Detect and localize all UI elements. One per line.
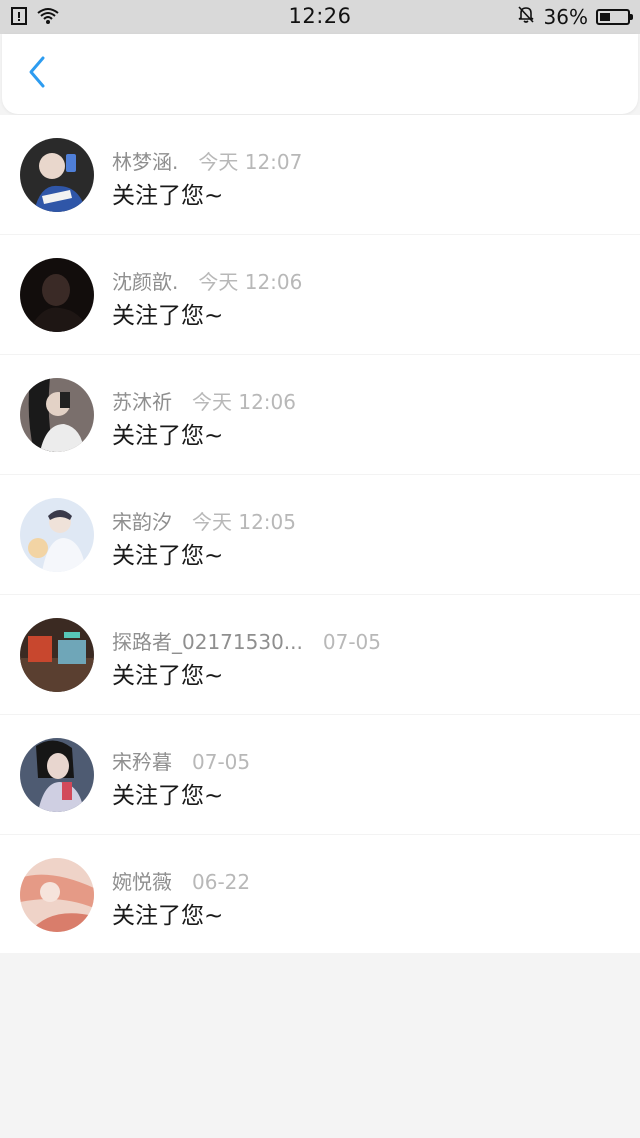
list-item[interactable]: 沈颜歆. 今天 12:06 关注了您~ <box>0 235 640 355</box>
avatar[interactable] <box>20 858 94 932</box>
list-item[interactable]: 婉悦薇 06-22 关注了您~ <box>0 835 640 955</box>
avatar[interactable] <box>20 738 94 812</box>
timestamp: 07-05 <box>192 750 251 774</box>
avatar[interactable] <box>20 138 94 212</box>
user-name[interactable]: 宋韵汐 <box>112 506 172 535</box>
nav-bar <box>2 34 638 114</box>
user-name[interactable]: 苏沐祈 <box>112 386 172 415</box>
timestamp: 今天 12:06 <box>192 390 296 414</box>
notification-message: 关注了您~ <box>112 423 224 449</box>
timestamp: 07-05 <box>322 630 381 654</box>
avatar[interactable] <box>20 618 94 692</box>
timestamp: 今天 12:05 <box>192 510 296 534</box>
chevron-left-icon <box>27 55 49 93</box>
list-item[interactable]: 林梦涵. 今天 12:07 关注了您~ <box>0 115 640 235</box>
back-button[interactable] <box>20 56 56 92</box>
list-item[interactable]: 苏沐祈 今天 12:06 关注了您~ <box>0 355 640 475</box>
notification-message: 关注了您~ <box>112 303 224 329</box>
status-bar: 12:26 36% <box>0 0 640 34</box>
notification-message: 关注了您~ <box>112 183 224 209</box>
user-name[interactable]: 探路者_02171530... <box>112 626 303 655</box>
timestamp: 今天 12:06 <box>198 270 303 294</box>
notification-message: 关注了您~ <box>112 543 224 569</box>
name-row: 宋韵汐 今天 12:05 <box>112 506 296 535</box>
name-row: 林梦涵. 今天 12:07 <box>112 146 302 175</box>
list-item[interactable]: 探路者_02171530... 07-05 关注了您~ <box>0 595 640 715</box>
user-name[interactable]: 沈颜歆. <box>112 266 178 295</box>
name-row: 探路者_02171530... 07-05 <box>112 626 381 655</box>
mute-bell-icon <box>516 4 536 29</box>
name-row: 沈颜歆. 今天 12:06 <box>112 266 302 295</box>
battery-percent: 36% <box>543 4 588 29</box>
user-name[interactable]: 林梦涵. <box>112 146 178 175</box>
avatar[interactable] <box>20 378 94 452</box>
notification-list: 林梦涵. 今天 12:07 关注了您~ 沈颜歆. 今天 12:06 关注了您~ <box>0 115 640 955</box>
avatar[interactable] <box>20 498 94 572</box>
status-right-icons: 36% <box>516 4 633 29</box>
battery-icon <box>596 8 633 25</box>
user-name[interactable]: 婉悦薇 <box>112 866 172 895</box>
notification-message: 关注了您~ <box>112 783 224 809</box>
avatar[interactable] <box>20 258 94 332</box>
notification-message: 关注了您~ <box>112 903 224 929</box>
list-item[interactable]: 宋矜暮 07-05 关注了您~ <box>0 715 640 835</box>
empty-area <box>0 953 640 1138</box>
timestamp: 今天 12:07 <box>198 150 303 174</box>
list-item[interactable]: 宋韵汐 今天 12:05 关注了您~ <box>0 475 640 595</box>
name-row: 宋矜暮 07-05 <box>112 746 250 775</box>
user-name[interactable]: 宋矜暮 <box>112 746 172 775</box>
name-row: 苏沐祈 今天 12:06 <box>112 386 296 415</box>
notification-message: 关注了您~ <box>112 663 224 689</box>
timestamp: 06-22 <box>192 870 251 894</box>
name-row: 婉悦薇 06-22 <box>112 866 250 895</box>
